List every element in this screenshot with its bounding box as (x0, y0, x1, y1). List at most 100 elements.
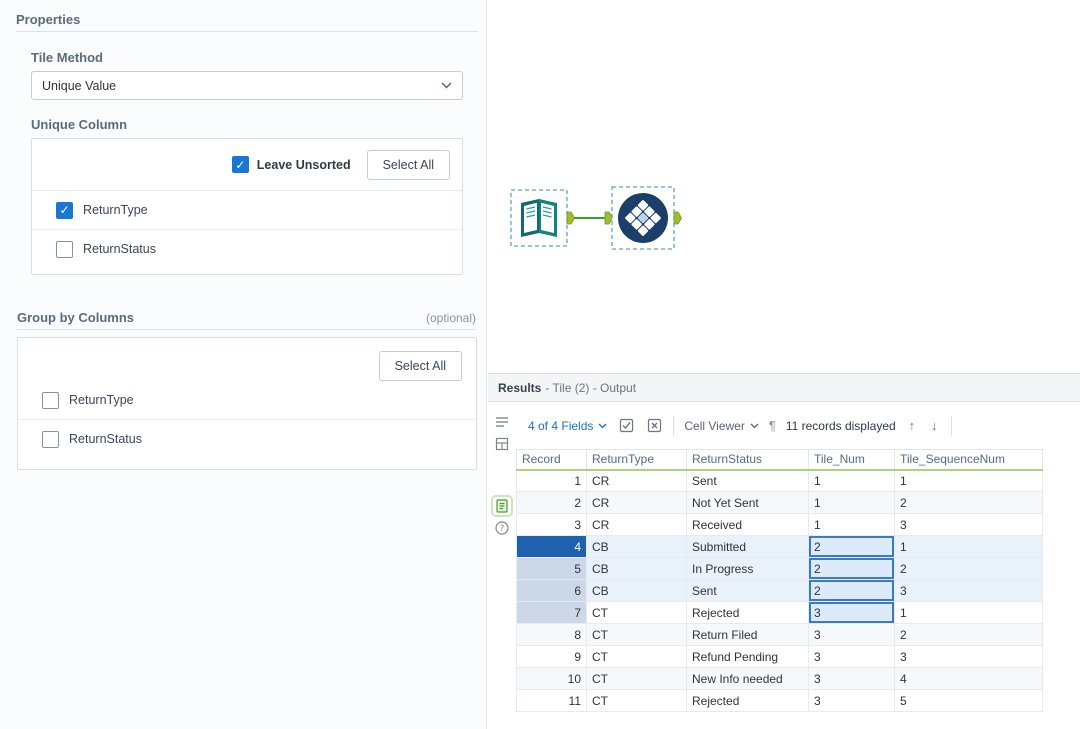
data-cell[interactable]: 1 (808, 491, 895, 514)
column-header-returntype[interactable]: ReturnType (586, 449, 687, 471)
workflow-canvas[interactable] (488, 0, 1080, 373)
data-cell[interactable]: Submitted (686, 535, 809, 558)
output-anchor-icon[interactable] (673, 211, 682, 225)
data-cell[interactable]: 3 (808, 601, 895, 624)
output-data-icon[interactable] (491, 495, 513, 517)
record-cell[interactable]: 6 (516, 579, 587, 602)
pilcrow-icon[interactable]: ¶ (769, 418, 776, 433)
workflow-tools (510, 186, 682, 250)
data-cell[interactable]: 1 (808, 513, 895, 536)
select-all-button[interactable]: Select All (366, 149, 450, 180)
data-cell[interactable]: Sent (686, 579, 809, 602)
data-cell[interactable]: 2 (808, 535, 895, 558)
data-cell[interactable]: 3 (894, 645, 1043, 668)
down-arrow-icon[interactable]: ↓ (928, 418, 941, 433)
results-toolbar: 4 of 4 Fields Cell Viewer ¶ 11 records d… (516, 402, 1080, 449)
data-cell[interactable]: 1 (808, 469, 895, 492)
up-arrow-icon[interactable]: ↑ (906, 418, 919, 433)
checkbox[interactable] (42, 391, 59, 409)
unique-column-returnstatus[interactable]: ReturnStatus (32, 230, 462, 268)
data-cell[interactable]: Return Filed (686, 623, 809, 646)
tile-method-dropdown[interactable]: Unique Value (31, 71, 463, 100)
checkbox[interactable]: ✓ (56, 201, 73, 219)
unique-column-returntype[interactable]: ✓ ReturnType (32, 191, 462, 229)
record-cell[interactable]: 9 (516, 645, 587, 668)
record-cell[interactable]: 2 (516, 491, 587, 514)
group-column-list: ReturnType ReturnStatus (18, 381, 476, 458)
tile-tool[interactable] (604, 186, 682, 250)
record-cell[interactable]: 1 (516, 469, 587, 492)
data-cell[interactable]: CB (586, 579, 687, 602)
table-row: 8 CT Return Filed 3 2 (516, 623, 1043, 646)
metadata-list-icon[interactable] (494, 414, 510, 430)
leave-unsorted-label: Leave Unsorted (256, 157, 351, 172)
data-cell[interactable]: 1 (894, 535, 1043, 558)
column-header-tile_sequencenum[interactable]: Tile_SequenceNum (894, 449, 1043, 471)
column-header-tile_num[interactable]: Tile_Num (808, 449, 895, 471)
data-cell[interactable]: CR (586, 491, 687, 514)
data-cell[interactable]: 2 (808, 557, 895, 580)
data-cell[interactable]: 3 (894, 579, 1043, 602)
data-cell[interactable]: 2 (894, 491, 1043, 514)
data-cell[interactable]: CT (586, 689, 687, 712)
data-cell[interactable]: 3 (808, 667, 895, 690)
data-cell[interactable]: CB (586, 535, 687, 558)
data-cell[interactable]: Not Yet Sent (686, 491, 809, 514)
group-column-returnstatus[interactable]: ReturnStatus (18, 420, 476, 458)
group-select-all-button[interactable]: Select All (378, 351, 462, 381)
data-cell[interactable]: 3 (808, 645, 895, 668)
data-cell[interactable]: Refund Pending (686, 645, 809, 668)
leave-unsorted-checkbox[interactable]: ✓ (231, 156, 249, 173)
record-cell[interactable]: 3 (516, 513, 587, 536)
data-cell[interactable]: 3 (808, 689, 895, 712)
data-cell[interactable]: CB (586, 557, 687, 580)
data-cell[interactable]: 2 (894, 557, 1043, 580)
deselect-x-icon[interactable] (645, 417, 663, 435)
checkbox[interactable] (56, 240, 73, 258)
leave-unsorted-checkbox-row[interactable]: ✓ Leave Unsorted (231, 156, 351, 173)
data-cell[interactable]: CT (586, 645, 687, 668)
data-cell[interactable]: 1 (894, 469, 1043, 492)
data-cell[interactable]: Sent (686, 469, 809, 492)
data-cell[interactable]: CR (586, 513, 687, 536)
data-cell[interactable]: 1 (894, 601, 1043, 624)
group-column-returntype[interactable]: ReturnType (18, 381, 476, 419)
data-cell[interactable]: 3 (894, 513, 1043, 536)
profile-grid-icon[interactable] (494, 436, 510, 452)
checkbox[interactable] (42, 430, 59, 448)
record-cell[interactable]: 7 (516, 601, 587, 624)
fields-dropdown[interactable]: 4 of 4 Fields (528, 419, 607, 433)
data-cell[interactable]: CT (586, 623, 687, 646)
cell-viewer-dropdown[interactable]: Cell Viewer (684, 419, 759, 433)
data-cell[interactable]: New Info needed (686, 667, 809, 690)
data-cell[interactable]: Rejected (686, 601, 809, 624)
data-cell[interactable]: CT (586, 601, 687, 624)
results-grid[interactable]: Record ReturnType ReturnStatus Tile_Num Tile… (516, 449, 1043, 712)
data-cell[interactable]: In Progress (686, 557, 809, 580)
record-cell[interactable]: 8 (516, 623, 587, 646)
column-header-returnstatus[interactable]: ReturnStatus (686, 449, 809, 471)
data-cell[interactable]: Rejected (686, 689, 809, 712)
data-cell[interactable]: 5 (894, 689, 1043, 712)
help-icon[interactable]: ? (494, 520, 510, 536)
data-cell[interactable]: 2 (808, 579, 895, 602)
divider (16, 31, 478, 32)
results-header: Results - Tile (2) - Output (488, 373, 1080, 402)
select-check-icon[interactable] (617, 417, 635, 435)
record-cell[interactable]: 11 (516, 689, 587, 712)
data-cell[interactable]: 2 (894, 623, 1043, 646)
output-anchor-icon[interactable] (566, 211, 575, 225)
data-cell[interactable]: CT (586, 667, 687, 690)
results-panel: Results - Tile (2) - Output ? 4 of 4 Fie… (488, 373, 1080, 729)
data-cell[interactable]: 3 (808, 623, 895, 646)
unique-column-header: ✓ Leave Unsorted Select All (32, 139, 462, 191)
chevron-down-icon (598, 423, 607, 428)
input-data-tool[interactable] (510, 189, 575, 247)
data-cell[interactable]: Received (686, 513, 809, 536)
record-cell[interactable]: 5 (516, 557, 587, 580)
record-cell[interactable]: 4 (516, 535, 587, 558)
data-cell[interactable]: CR (586, 469, 687, 492)
column-header-record[interactable]: Record (516, 449, 587, 471)
data-cell[interactable]: 4 (894, 667, 1043, 690)
record-cell[interactable]: 10 (516, 667, 587, 690)
